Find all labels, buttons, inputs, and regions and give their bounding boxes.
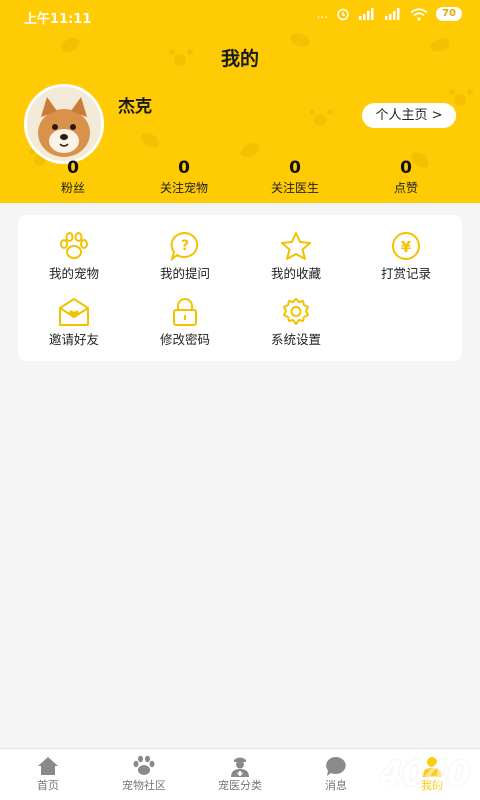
menu-label: 邀请好友 bbox=[48, 332, 99, 347]
wifi-icon bbox=[410, 7, 428, 21]
cellular-signal-icon bbox=[359, 8, 374, 20]
stat-value: 0 bbox=[289, 158, 301, 178]
menu-label: 我的宠物 bbox=[48, 266, 99, 281]
battery-indicator: 70 bbox=[436, 7, 462, 21]
stat-label: 关注医生 bbox=[270, 181, 319, 195]
profile-header: 上午11:11 ... 70 我的 杰克 个人主页 > 0 粉丝 0 关注宠物 … bbox=[0, 0, 480, 203]
home-icon bbox=[38, 757, 58, 775]
star-icon bbox=[281, 232, 311, 260]
function-menu-card: 我的宠物 ? 我的提问 我的收藏 ¥ 打赏记录 邀请好友 修改密码 系统设置 bbox=[18, 215, 462, 361]
gear-icon bbox=[283, 298, 309, 325]
menu-label: 打赏记录 bbox=[380, 266, 431, 281]
invite-envelope-icon bbox=[59, 298, 89, 326]
menu-my-questions[interactable]: ? 我的提问 bbox=[135, 231, 235, 291]
question-icon: ? bbox=[170, 231, 199, 261]
message-icon bbox=[326, 757, 346, 776]
stat-label: 关注宠物 bbox=[159, 181, 208, 195]
stat-label: 粉丝 bbox=[60, 181, 85, 195]
tab-label: 首页 bbox=[37, 779, 59, 792]
stats-row: 0 粉丝 0 关注宠物 0 关注医生 0 点赞 bbox=[0, 158, 480, 198]
tab-label: 消息 bbox=[325, 779, 347, 792]
stat-followed-pets[interactable]: 0 关注宠物 bbox=[129, 158, 239, 196]
avatar[interactable] bbox=[24, 84, 104, 164]
tab-vet-categories[interactable]: 宠医分类 bbox=[192, 755, 288, 793]
stat-fans[interactable]: 0 粉丝 bbox=[18, 158, 128, 196]
tab-label: 宠医分类 bbox=[218, 779, 262, 792]
paw-icon bbox=[133, 755, 155, 775]
menu-invite-friends[interactable]: 邀请好友 bbox=[24, 297, 124, 357]
tab-label: 宠物社区 bbox=[122, 779, 166, 792]
dog-avatar-image bbox=[27, 87, 101, 161]
menu-my-pets[interactable]: 我的宠物 bbox=[24, 231, 124, 291]
paw-icon bbox=[60, 232, 88, 259]
menu-system-settings[interactable]: 系统设置 bbox=[246, 297, 346, 357]
lock-icon bbox=[173, 298, 197, 326]
notification-dots: ... bbox=[316, 7, 329, 21]
status-bar: 上午11:11 ... 70 bbox=[0, 0, 480, 32]
stat-value: 0 bbox=[178, 158, 190, 178]
menu-change-password[interactable]: 修改密码 bbox=[135, 297, 235, 357]
personal-homepage-button[interactable]: 个人主页 > bbox=[362, 103, 456, 128]
svg-text:¥: ¥ bbox=[401, 238, 412, 256]
menu-label: 我的收藏 bbox=[270, 266, 321, 281]
stat-followed-doctors[interactable]: 0 关注医生 bbox=[240, 158, 350, 196]
menu-reward-records[interactable]: ¥ 打赏记录 bbox=[356, 231, 456, 291]
tab-pet-community[interactable]: 宠物社区 bbox=[96, 755, 192, 793]
svg-text:?: ? bbox=[181, 238, 189, 254]
stat-likes[interactable]: 0 点赞 bbox=[351, 158, 461, 196]
alarm-icon bbox=[337, 8, 349, 21]
stat-label: 点赞 bbox=[393, 181, 418, 195]
menu-label: 系统设置 bbox=[270, 332, 321, 347]
menu-label: 修改密码 bbox=[159, 332, 210, 347]
cellular-signal-icon-2 bbox=[385, 8, 400, 20]
tab-messages[interactable]: 消息 bbox=[288, 755, 384, 793]
menu-my-favorites[interactable]: 我的收藏 bbox=[246, 231, 346, 291]
username: 杰克 bbox=[118, 97, 152, 117]
watermark-logo: 4040 bbox=[379, 754, 471, 794]
tab-home[interactable]: 首页 bbox=[0, 755, 96, 793]
bottom-tab-bar: 首页 宠物社区 宠医分类 消息 我的 4040 bbox=[0, 748, 480, 800]
yen-icon: ¥ bbox=[392, 232, 420, 260]
stat-value: 0 bbox=[400, 158, 412, 178]
stat-value: 0 bbox=[67, 158, 79, 178]
status-time: 上午11:11 bbox=[24, 12, 92, 27]
doctor-icon bbox=[231, 757, 249, 777]
menu-label: 我的提问 bbox=[159, 266, 210, 281]
status-icons: ... 70 bbox=[317, 7, 462, 21]
page-title: 我的 bbox=[220, 48, 259, 70]
